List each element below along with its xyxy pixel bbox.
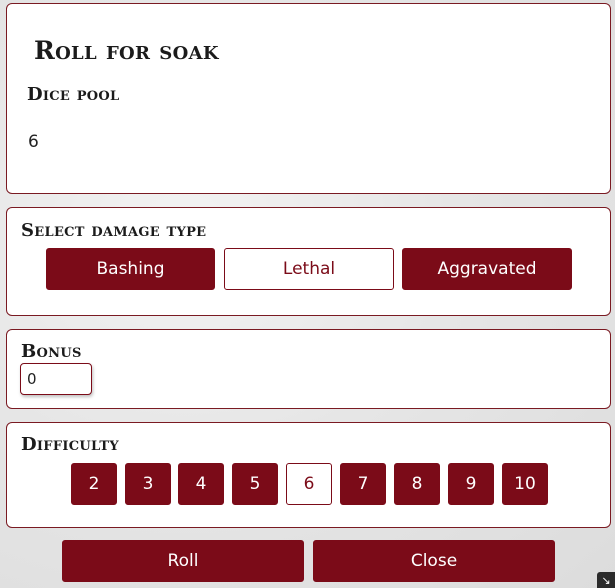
close-button[interactable]: Close <box>313 540 555 582</box>
difficulty-5-button[interactable]: 5 <box>232 463 278 505</box>
dice-pool-value: 6 <box>28 132 39 152</box>
roll-header-panel: Roll for soak Dice pool 6 <box>6 3 611 194</box>
difficulty-7-button[interactable]: 7 <box>340 463 386 505</box>
difficulty-4-button[interactable]: 4 <box>178 463 224 505</box>
difficulty-9-button[interactable]: 9 <box>448 463 494 505</box>
damage-bashing-button[interactable]: Bashing <box>46 248 215 290</box>
damage-type-panel: Select damage type Bashing Lethal Aggrav… <box>6 207 611 316</box>
damage-aggravated-button[interactable]: Aggravated <box>402 248 572 290</box>
difficulty-6-button[interactable]: 6 <box>286 463 332 505</box>
difficulty-label: Difficulty <box>21 434 119 455</box>
difficulty-8-button[interactable]: 8 <box>394 463 440 505</box>
resize-handle-icon[interactable]: ↘ <box>597 572 615 588</box>
roll-button[interactable]: Roll <box>62 540 304 582</box>
difficulty-3-button[interactable]: 3 <box>125 463 171 505</box>
difficulty-10-button[interactable]: 10 <box>502 463 548 505</box>
dialog-title: Roll for soak <box>34 36 219 65</box>
dice-pool-label: Dice pool <box>27 84 120 105</box>
difficulty-panel: Difficulty 2 3 4 5 6 7 8 9 10 <box>6 422 611 528</box>
difficulty-2-button[interactable]: 2 <box>71 463 117 505</box>
damage-type-label: Select damage type <box>21 220 207 241</box>
bonus-input[interactable] <box>20 363 92 395</box>
bonus-label: Bonus <box>21 341 82 362</box>
damage-lethal-button[interactable]: Lethal <box>224 248 394 290</box>
bonus-panel: Bonus <box>6 329 611 409</box>
